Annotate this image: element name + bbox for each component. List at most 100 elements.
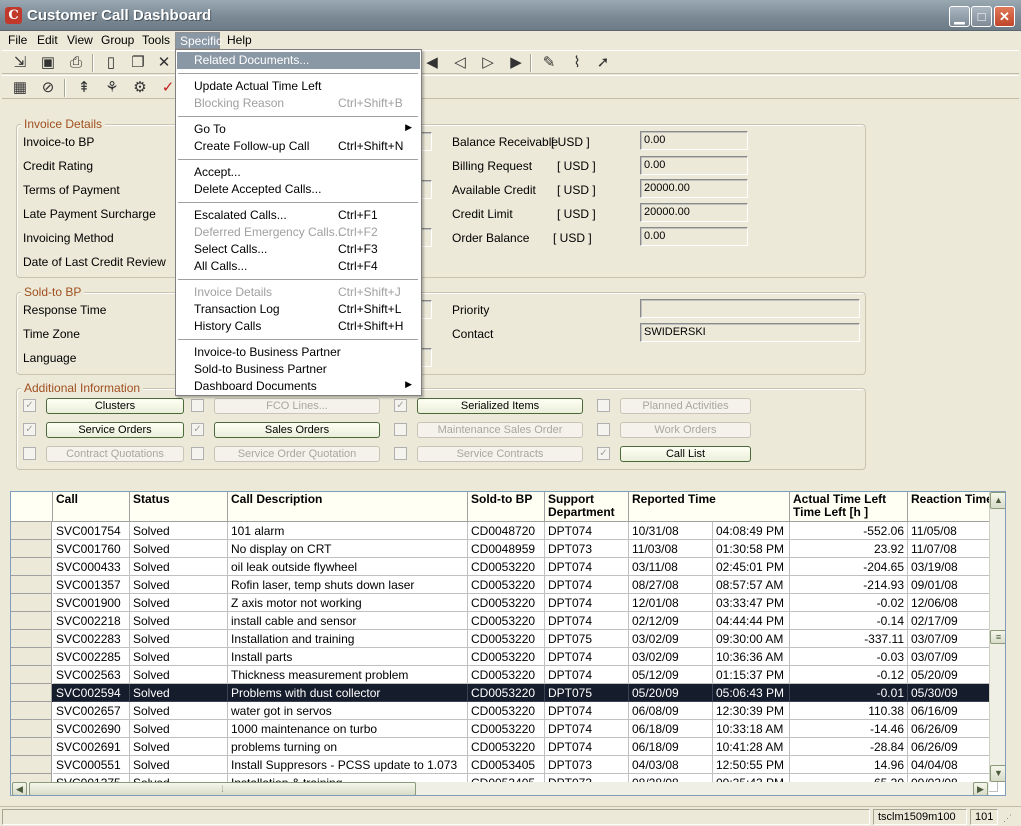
scroll-up-icon[interactable]: ▲ [990, 492, 1005, 509]
table-row[interactable]: SVC002563 Solved Thickness measurement pro… [11, 666, 998, 684]
group-icon[interactable]: ⚙ [130, 78, 150, 98]
maintenance-sales-order-checkbox[interactable] [394, 423, 407, 436]
fco-lines-button[interactable]: FCO Lines... [214, 398, 380, 414]
menu-view[interactable]: View [63, 32, 97, 49]
maintenance-sales-order-button[interactable]: Maintenance Sales Order [417, 422, 583, 438]
app-icon[interactable]: C [5, 7, 22, 24]
sales-orders-button[interactable]: Sales Orders [214, 422, 380, 438]
scroll-right-icon[interactable]: ▶ [973, 782, 988, 795]
contract-quotations-checkbox[interactable] [23, 447, 36, 460]
billing-request-field[interactable]: 0.00 [640, 156, 748, 175]
delete-icon[interactable]: ✕ [154, 53, 174, 73]
order-balance-field[interactable]: 0.00 [640, 227, 748, 246]
menu-item-escalated-calls[interactable]: Escalated Calls... Ctrl+F1 [177, 207, 420, 224]
table-row[interactable]: SVC001900 Solved Z axis motor not working C… [11, 594, 998, 612]
table-row[interactable]: SVC001754 Solved 101 alarm CD0048720 DPT074 1… [11, 522, 998, 540]
sales-orders-checkbox[interactable]: ✓ [191, 423, 204, 436]
row-header[interactable] [11, 720, 52, 738]
row-header[interactable] [11, 594, 52, 612]
table-row[interactable]: SVC002218 Solved install cable and sensor C… [11, 612, 998, 630]
scroll-left-icon[interactable]: ◀ [12, 782, 27, 795]
service-contracts-checkbox[interactable] [394, 447, 407, 460]
row-header[interactable] [11, 558, 52, 576]
tree-icon[interactable]: ⚘ [102, 78, 122, 98]
up-icon[interactable]: ⇞ [74, 78, 94, 98]
row-header[interactable] [11, 540, 52, 558]
service-orders-checkbox[interactable]: ✓ [23, 423, 36, 436]
menu-item-all-calls[interactable]: All Calls... Ctrl+F4 [177, 258, 420, 275]
column-header-actual-time-left-time-le[interactable]: Actual Time Left Time Left [h ] [790, 492, 908, 522]
row-header[interactable] [11, 522, 52, 540]
menu-item-dashboard-documents[interactable]: Dashboard Documents ▶ [177, 378, 420, 395]
column-header-status[interactable]: Status [130, 492, 228, 522]
menu-item-create-follow-up-call[interactable]: Create Follow-up Call Ctrl+Shift+N [177, 138, 420, 155]
column-header-reported-time[interactable]: Reported Time [629, 492, 790, 522]
work-orders-checkbox[interactable] [597, 423, 610, 436]
menu-item-delete-accepted-calls[interactable]: Delete Accepted Calls... [177, 181, 420, 198]
first-record-icon[interactable]: ◀ [422, 53, 442, 73]
row-header[interactable] [11, 630, 52, 648]
menu-item-select-calls[interactable]: Select Calls... Ctrl+F3 [177, 241, 420, 258]
credit-limit-field[interactable]: 20000.00 [640, 203, 748, 222]
service-orders-button[interactable]: Service Orders [46, 422, 184, 438]
contract-quotations-button[interactable]: Contract Quotations [46, 446, 184, 462]
clusters-button[interactable]: Clusters [46, 398, 184, 414]
help-pointer-icon[interactable]: ➚ [593, 53, 613, 73]
table-row[interactable]: SVC001760 Solved No display on CRT CD004895… [11, 540, 998, 558]
table-row[interactable]: SVC002657 Solved water got in servos CD0053… [11, 702, 998, 720]
available-credit-field[interactable]: 20000.00 [640, 179, 748, 198]
save-exit-icon[interactable]: ⇲ [10, 53, 30, 73]
planned-activities-checkbox[interactable] [597, 399, 610, 412]
row-header[interactable] [11, 756, 52, 774]
table-row[interactable]: SVC002690 Solved 1000 maintenance on turbo… [11, 720, 998, 738]
row-header[interactable] [11, 612, 52, 630]
column-header-reaction-time[interactable]: Reaction Time [908, 492, 998, 522]
row-header[interactable] [11, 738, 52, 756]
next-record-icon[interactable]: ▷ [478, 53, 498, 73]
menu-item-history-calls[interactable]: History Calls Ctrl+Shift+H [177, 318, 420, 335]
menu-file[interactable]: File [4, 32, 31, 49]
menu-group[interactable]: Group [97, 32, 138, 49]
column-header-call[interactable]: Call [53, 492, 130, 522]
row-header[interactable] [11, 666, 52, 684]
vertical-scrollbar[interactable]: ▲ ≡ ▼ [989, 492, 1005, 782]
call-list-button[interactable]: Call List [620, 446, 751, 462]
menu-tools[interactable]: Tools [138, 32, 174, 49]
priority-field[interactable] [640, 299, 860, 318]
table-row[interactable]: SVC002283 Solved Installation and training… [11, 630, 998, 648]
row-header[interactable] [11, 702, 52, 720]
close-button[interactable]: ✕ [994, 6, 1015, 27]
menu-item-related-documents[interactable]: Related Documents... [177, 52, 420, 69]
service-order-quotation-checkbox[interactable] [191, 447, 204, 460]
menu-item-accept[interactable]: Accept... [177, 164, 420, 181]
call-list-grid[interactable]: Call Status Call Description Sold-to BP Supp… [10, 491, 1006, 796]
service-contracts-button[interactable]: Service Contracts [417, 446, 583, 462]
clusters-checkbox[interactable]: ✓ [23, 399, 36, 412]
table-row[interactable]: SVC002691 Solved problems turning on CD0053… [11, 738, 998, 756]
print-icon[interactable]: ⎙ [66, 53, 86, 73]
table-row[interactable]: SVC001357 Solved Rofin laser, temp shuts d… [11, 576, 998, 594]
service-order-quotation-button[interactable]: Service Order Quotation [214, 446, 380, 462]
menu-edit[interactable]: Edit [33, 32, 62, 49]
column-header-support-department[interactable]: Support Department [545, 492, 629, 522]
contact-field[interactable]: SWIDERSKI [640, 323, 860, 342]
menu-help[interactable]: Help [223, 32, 256, 49]
title-bar[interactable]: C Customer Call Dashboard ▁ □ ✕ [0, 0, 1021, 31]
attachment-icon[interactable]: ⌇ [567, 53, 587, 73]
table-row[interactable]: SVC002285 Solved Install parts CD0053220 DPT… [11, 648, 998, 666]
planned-activities-button[interactable]: Planned Activities [620, 398, 751, 414]
serialized-items-button[interactable]: Serialized Items [417, 398, 583, 414]
menu-item-sold-to-business-partner[interactable]: Sold-to Business Partner [177, 361, 420, 378]
table-row[interactable]: SVC000433 Solved oil leak outside flywheel… [11, 558, 998, 576]
table-row[interactable]: SVC002594 Solved Problems with dust collec… [11, 684, 998, 702]
menu-item-update-actual-time-left[interactable]: Update Actual Time Left [177, 78, 420, 95]
fco-lines-checkbox[interactable] [191, 399, 204, 412]
maximize-button[interactable]: □ [971, 6, 992, 27]
notes-icon[interactable]: ✎ [539, 53, 559, 73]
serialized-items-checkbox[interactable]: ✓ [394, 399, 407, 412]
copy-icon[interactable]: ❐ [128, 53, 148, 73]
column-header-call-description[interactable]: Call Description [228, 492, 468, 522]
row-header[interactable] [11, 576, 52, 594]
table-row[interactable]: SVC000551 Solved Install Suppresors - PCSS… [11, 756, 998, 774]
last-record-icon[interactable]: ▶ [506, 53, 526, 73]
